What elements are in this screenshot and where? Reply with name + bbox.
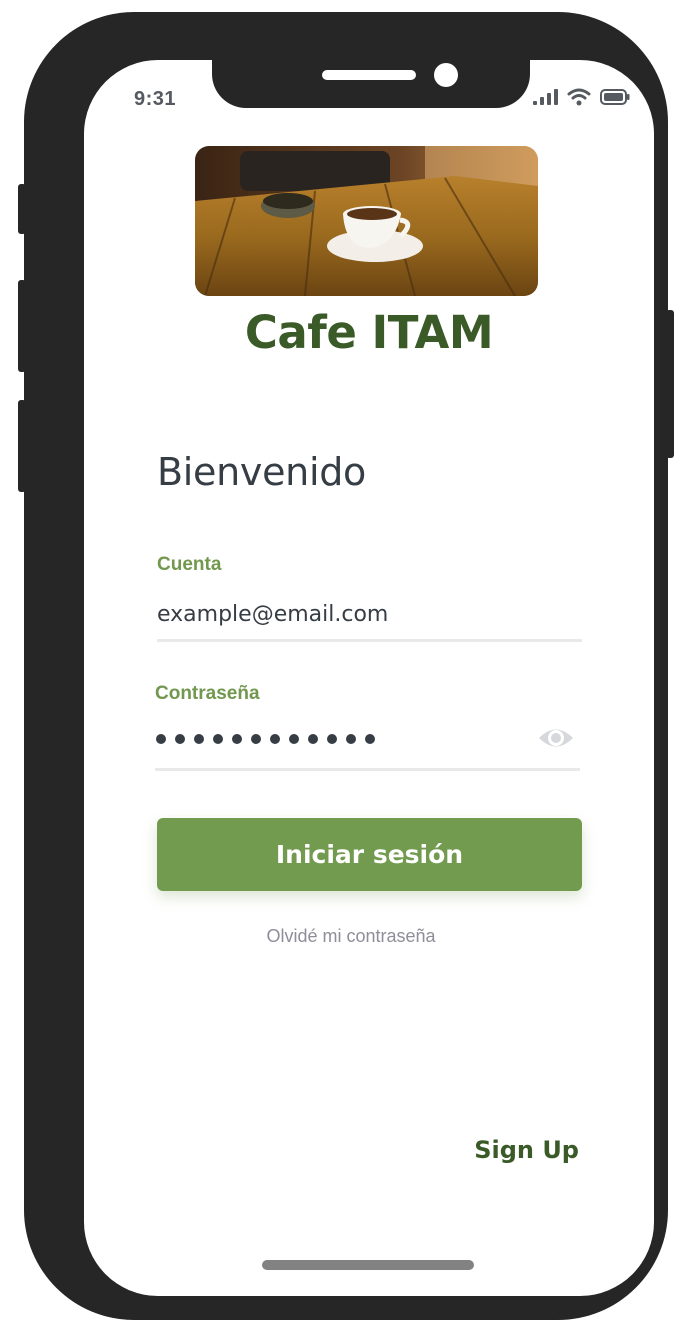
password-dot [308,734,318,744]
password-input[interactable] [156,734,375,744]
silent-switch [18,184,26,234]
forgot-password-link[interactable]: Olvidé mi contraseña [84,926,618,947]
welcome-heading: Bienvenido [157,450,366,494]
app-screen: 9:31 Cafe ITAM Bienvenido Cuenta example… [84,60,654,1296]
signal-icon [533,89,558,105]
account-input[interactable] [157,599,577,629]
account-underline [157,639,582,642]
speaker [322,70,416,80]
hero-image [195,146,538,296]
eye-icon[interactable] [537,723,575,753]
password-dot [346,734,356,744]
account-label: Cuenta [157,554,222,575]
password-dot [213,734,223,744]
brand-title: Cafe ITAM [244,306,494,359]
status-icons [532,88,630,106]
notch [212,60,530,108]
signup-link[interactable]: Sign Up [474,1136,579,1164]
password-dot [289,734,299,744]
password-dot [232,734,242,744]
password-dot [327,734,337,744]
password-dot [194,734,204,744]
volume-down-button [18,400,26,492]
login-button[interactable]: Iniciar sesión [157,818,582,891]
password-dot [270,734,280,744]
password-dot [251,734,261,744]
password-dot [175,734,185,744]
power-button [666,310,674,458]
front-camera [434,63,458,87]
password-label: Contraseña [155,683,260,704]
wifi-icon [567,88,591,106]
password-dot [156,734,166,744]
password-underline [155,768,580,771]
status-time: 9:31 [134,88,177,110]
coffee-table-photo [195,146,538,296]
battery-icon [600,89,630,105]
phone-frame: 9:31 Cafe ITAM Bienvenido Cuenta example… [18,12,674,1320]
home-indicator[interactable] [262,1260,474,1270]
volume-up-button [18,280,26,372]
password-dot [365,734,375,744]
